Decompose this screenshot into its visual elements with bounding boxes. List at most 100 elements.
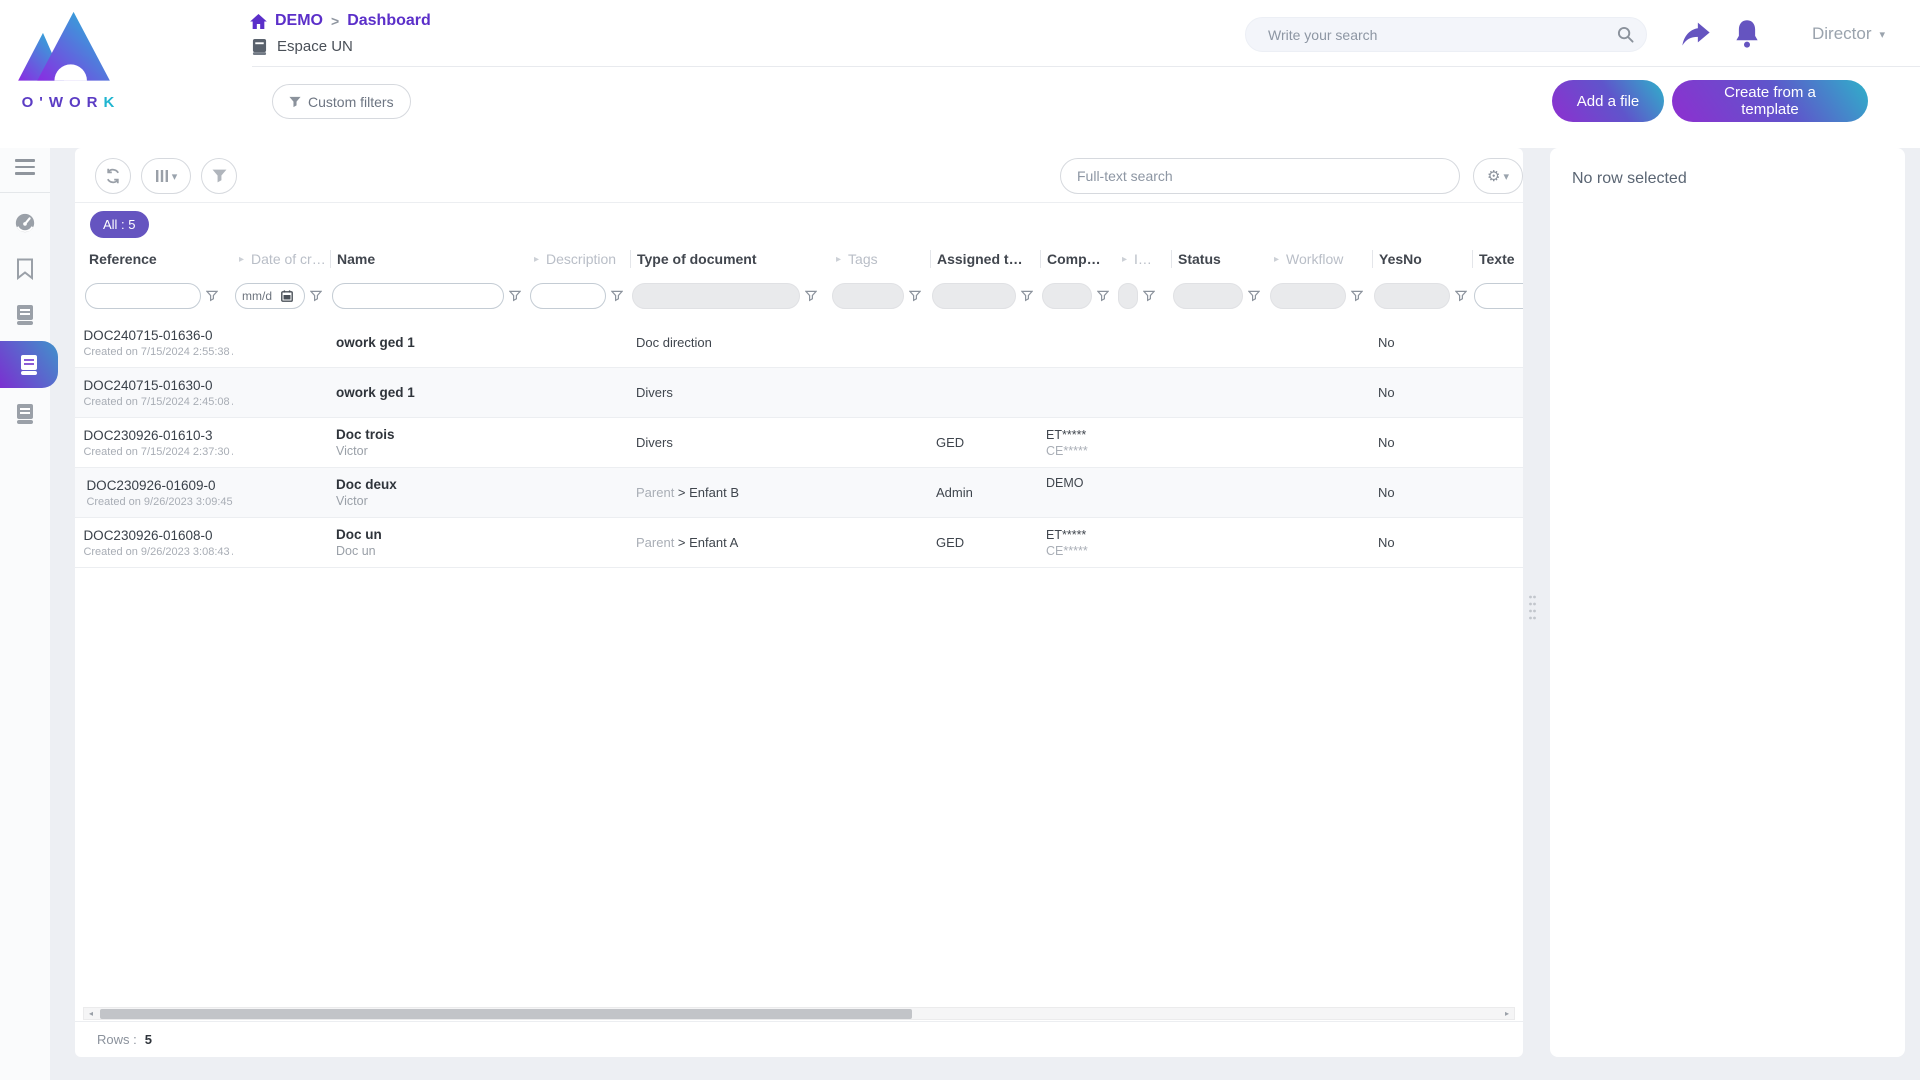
column-header-name[interactable]: Name — [330, 250, 528, 268]
table-body: DOC240715-01636-0Created on 7/15/2024 2:… — [75, 318, 1523, 568]
notifications-button[interactable] — [1733, 19, 1761, 49]
funnel-outline-icon[interactable] — [1143, 290, 1155, 302]
refresh-icon — [105, 168, 121, 184]
filter-button[interactable] — [201, 158, 237, 194]
column-header-description[interactable]: ▸Description — [528, 251, 630, 267]
global-search — [1245, 17, 1647, 52]
rows-label: Rows : — [97, 1032, 137, 1047]
app-logo[interactable]: O'WORK — [16, 8, 126, 111]
filter-cell-company — [1040, 283, 1116, 309]
column-header-company[interactable]: Comp… — [1040, 250, 1116, 268]
expand-arrow-icon: ▸ — [239, 254, 244, 265]
breadcrumb-current[interactable]: Dashboard — [347, 12, 431, 30]
panel-resize-handle[interactable] — [1528, 594, 1537, 622]
chevron-down-icon: ▾ — [172, 170, 178, 183]
funnel-outline-icon[interactable] — [206, 290, 218, 302]
workspace-row: Espace UN — [252, 38, 353, 55]
refresh-button[interactable] — [95, 158, 131, 194]
workspace-name: Espace UN — [277, 38, 353, 55]
expand-arrow-icon: ▸ — [1274, 254, 1279, 265]
funnel-outline-icon[interactable] — [1351, 290, 1363, 302]
global-search-input[interactable] — [1268, 27, 1617, 43]
column-header-assigned[interactable]: Assigned t… — [930, 250, 1040, 268]
sidebar-toggle-button[interactable] — [0, 150, 50, 184]
horizontal-scrollbar[interactable]: ◂ ▸ — [83, 1007, 1515, 1020]
columns-icon — [155, 169, 169, 183]
funnel-outline-icon[interactable] — [611, 290, 623, 302]
search-icon[interactable] — [1617, 26, 1634, 43]
filter-cell-i — [1116, 283, 1171, 309]
sidebar-item-documents[interactable] — [0, 295, 50, 335]
column-header-date[interactable]: ▸Date of cr… — [233, 251, 330, 267]
name-filter-input[interactable] — [341, 289, 495, 303]
filter-cell-description — [528, 283, 630, 309]
logo-wordmark: O'WORK — [16, 94, 126, 111]
calendar-icon[interactable] — [281, 290, 293, 302]
texte-filter-input[interactable] — [1483, 289, 1523, 303]
funnel-outline-icon[interactable] — [805, 290, 817, 302]
sidebar-item-ged-active[interactable] — [0, 341, 58, 388]
table-row[interactable]: w DOC230926-01609-0Created on 9/26/2023 … — [75, 468, 1523, 518]
filter-cell-workflow — [1268, 283, 1372, 309]
breadcrumb-separator: > — [331, 13, 339, 29]
column-header-status[interactable]: Status — [1171, 250, 1268, 268]
chevron-down-icon: ▾ — [1503, 170, 1509, 183]
column-header-yesno[interactable]: YesNo — [1372, 250, 1472, 268]
drag-dots-icon — [1528, 594, 1537, 622]
gauge-icon — [14, 212, 36, 234]
filter-cell-type — [630, 283, 830, 309]
date-filter-input[interactable] — [242, 289, 278, 303]
i-filter-disabled — [1118, 283, 1138, 309]
column-header-reference[interactable]: Reference — [83, 251, 233, 267]
user-role-dropdown[interactable]: Director ▾ — [1812, 24, 1885, 44]
filter-cell-yesno — [1372, 283, 1472, 309]
scroll-right-arrow[interactable]: ▸ — [1500, 1009, 1514, 1018]
table-row[interactable]: DOC230926-01608-0Created on 9/26/2023 3:… — [75, 518, 1523, 568]
book-icon — [14, 403, 36, 425]
table-row[interactable]: DOC240715-01630-0Created on 7/15/2024 2:… — [75, 368, 1523, 418]
sidebar-item-dashboard[interactable] — [0, 203, 50, 243]
reference-filter-input[interactable] — [94, 289, 192, 303]
filter-cell-tags — [830, 283, 930, 309]
column-header-i[interactable]: ▸I… — [1116, 251, 1171, 267]
funnel-outline-icon[interactable] — [509, 290, 521, 302]
status-filter-disabled — [1173, 283, 1243, 309]
column-header-type[interactable]: Type of document — [630, 250, 830, 268]
create-from-template-button[interactable]: Create from a template — [1672, 80, 1868, 122]
share-button[interactable] — [1681, 22, 1711, 48]
bookmark-icon — [15, 258, 35, 280]
home-icon[interactable] — [250, 14, 267, 29]
column-header-workflow[interactable]: ▸Workflow — [1268, 251, 1372, 267]
column-header-texte[interactable]: Texte — [1472, 250, 1523, 268]
table-row[interactable]: DOC230926-01610-3Created on 7/15/2024 2:… — [75, 418, 1523, 468]
sidebar-item-bookmarks[interactable] — [0, 249, 50, 289]
funnel-outline-icon[interactable] — [1455, 290, 1467, 302]
table-row[interactable]: DOC240715-01636-0Created on 7/15/2024 2:… — [75, 318, 1523, 368]
share-icon — [1681, 22, 1711, 48]
yesno-filter-disabled — [1374, 283, 1450, 309]
scrollbar-thumb[interactable] — [100, 1009, 912, 1019]
add-file-button[interactable]: Add a file — [1552, 80, 1664, 122]
scroll-left-arrow[interactable]: ◂ — [84, 1009, 98, 1018]
sidebar-item-archive[interactable] — [0, 394, 50, 434]
description-filter-input[interactable] — [539, 289, 597, 303]
book-icon — [14, 304, 36, 326]
all-count-badge[interactable]: All : 5 — [90, 211, 149, 238]
funnel-outline-icon[interactable] — [1021, 290, 1033, 302]
filter-cell-texte — [1472, 283, 1523, 309]
columns-visibility-button[interactable]: ▾ — [141, 158, 191, 194]
table-settings-button[interactable]: ⚙ ▾ — [1473, 158, 1523, 194]
expand-arrow-icon: ▸ — [534, 254, 539, 265]
user-role-label: Director — [1812, 24, 1872, 44]
sidebar-divider — [0, 192, 50, 193]
breadcrumb-root[interactable]: DEMO — [275, 12, 323, 30]
funnel-outline-icon[interactable] — [909, 290, 921, 302]
documents-table-card: ▾ ⚙ ▾ All : 5 Reference ▸Date of cr… Nam… — [75, 148, 1523, 1057]
fulltext-search-input[interactable] — [1077, 168, 1443, 184]
funnel-outline-icon[interactable] — [310, 290, 322, 302]
column-header-tags[interactable]: ▸Tags — [830, 251, 930, 267]
funnel-outline-icon[interactable] — [1097, 290, 1109, 302]
custom-filters-button[interactable]: Custom filters — [272, 84, 411, 119]
book-icon — [18, 354, 40, 376]
funnel-outline-icon[interactable] — [1248, 290, 1260, 302]
